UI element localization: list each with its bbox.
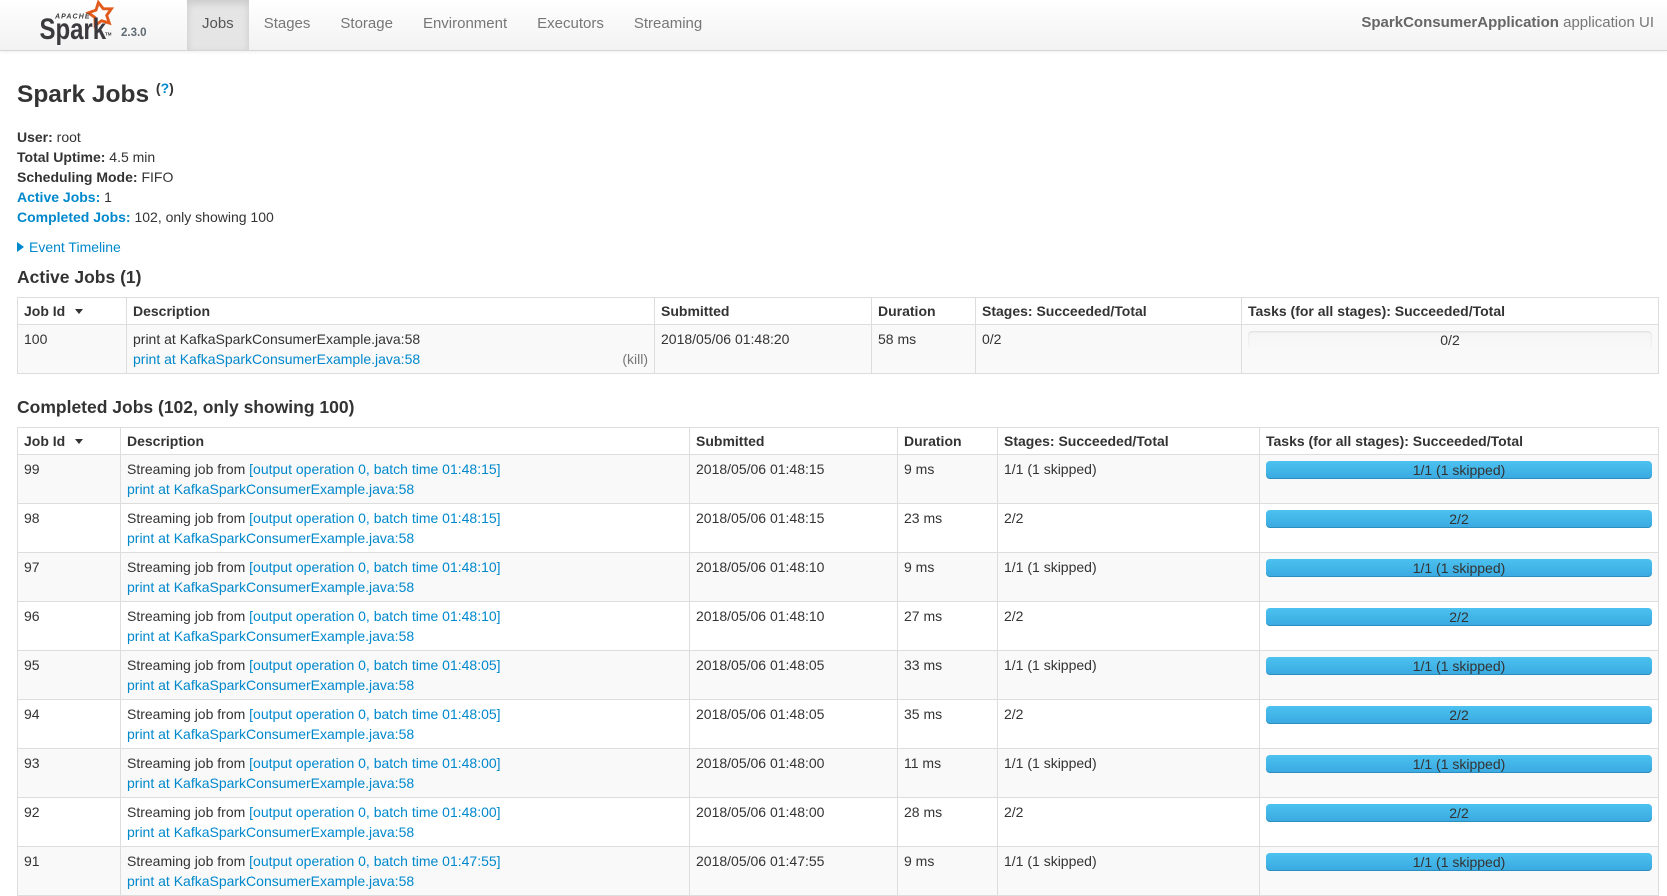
svg-text:TM: TM <box>105 32 112 37</box>
svg-text:Spark: Spark <box>39 11 106 45</box>
